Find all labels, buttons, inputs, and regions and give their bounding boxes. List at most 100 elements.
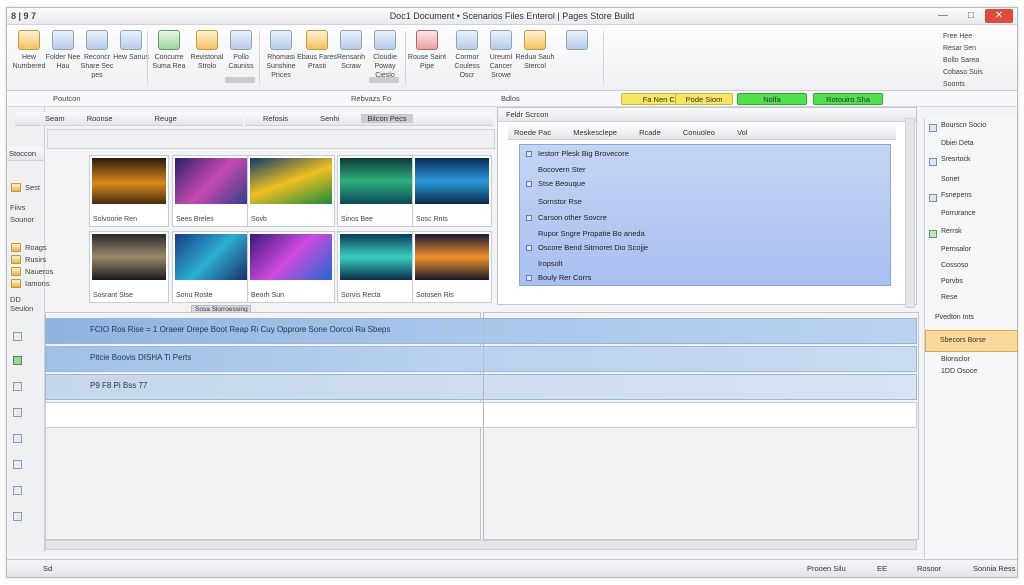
sidebar-item[interactable]: Pvedton Ints bbox=[935, 314, 974, 321]
thumbnail-caption: Beorh Sun bbox=[251, 292, 285, 299]
tool-icon[interactable] bbox=[13, 332, 22, 341]
ribbon-button-new[interactable]: Hew Sanus bbox=[111, 28, 151, 88]
thumbnail[interactable]: Beorh Sun bbox=[247, 231, 335, 303]
ribbon-label: Rhomasi Sunshine Prices bbox=[266, 54, 296, 79]
thumb-tabs: Seam Roonse Reuge bbox=[15, 112, 243, 126]
sidebar-item[interactable]: Bourscn Socio bbox=[941, 122, 986, 129]
thumbnail[interactable]: Solvoorie Ren bbox=[89, 155, 169, 227]
sidebar-item[interactable]: Rese bbox=[941, 294, 957, 301]
status-item[interactable]: Prooen Silu bbox=[807, 564, 846, 573]
chart-icon bbox=[230, 30, 252, 50]
ribbon: Hew Numbered Folder Nee Hau Reconcr Shar… bbox=[7, 25, 1017, 91]
ribbon-label: Concurre Suma Rea bbox=[152, 54, 186, 70]
table-row[interactable] bbox=[45, 402, 917, 428]
tool-icon[interactable] bbox=[13, 382, 22, 391]
ribbon-button-extra[interactable] bbox=[557, 28, 597, 88]
sidebar-item[interactable]: Fsnepens bbox=[941, 192, 972, 199]
toolbar-badge-yellow-2[interactable]: Pode Siom bbox=[675, 93, 733, 105]
toolbar-mid-label[interactable]: Bdlos bbox=[501, 94, 520, 103]
tab-roede-pac[interactable]: Roede Pac bbox=[514, 128, 551, 137]
thumbnail[interactable]: Sinos Bee bbox=[337, 155, 417, 227]
tab-rcade[interactable]: Rcade bbox=[639, 128, 661, 137]
tab-seam[interactable]: Seam bbox=[45, 114, 65, 123]
list-item[interactable]: Carson other Sovcre bbox=[538, 213, 607, 222]
tab-bilcon[interactable]: Bilcon Pecs bbox=[361, 114, 413, 123]
tool-icon[interactable] bbox=[13, 356, 22, 365]
minimize-button[interactable]: — bbox=[929, 9, 957, 23]
app-window: 8 | 9 7 Doc1 Document • Scenarios Files … bbox=[6, 7, 1018, 578]
sidebar-highlight[interactable]: Sbecors Borse bbox=[925, 330, 1018, 352]
status-item[interactable]: Rosoor bbox=[917, 564, 941, 573]
properties-tabs: Roede Pac Meskesclepe Rcade Conuoleo Vol bbox=[508, 126, 896, 140]
sidebar-item[interactable]: Rerrsk bbox=[941, 228, 962, 235]
close-button[interactable]: ✕ bbox=[985, 9, 1013, 23]
table-row[interactable]: FCIO Ros Rise = 1 Oraeer Drepe Boot Reap… bbox=[45, 318, 917, 344]
sidebar-item[interactable]: Sonet bbox=[941, 176, 959, 183]
ribbon-right-label[interactable]: Bollo Sarea bbox=[943, 57, 979, 64]
sidebar-item[interactable]: 1DD Osoce bbox=[941, 368, 977, 375]
sidebar-item[interactable]: Bionsclor bbox=[941, 356, 970, 363]
thumbnail[interactable]: Sosc Rnts bbox=[412, 155, 492, 227]
table-row[interactable]: P9 F8 Pi Bss 77 bbox=[45, 374, 917, 400]
thumbnail[interactable]: Sorvis Recta bbox=[337, 231, 417, 303]
sidebar-item[interactable]: Pernsalor bbox=[941, 246, 971, 253]
toolbar-left-label[interactable]: Poutcon bbox=[53, 94, 81, 103]
tab-refosis[interactable]: Refosis bbox=[263, 114, 288, 123]
tool-icon[interactable] bbox=[13, 460, 22, 469]
ribbon-button-rouse[interactable]: Rouse Saint Pipe bbox=[407, 28, 447, 88]
sidebar-item[interactable]: Porrurance bbox=[941, 210, 976, 217]
thumbnail[interactable]: Sovb bbox=[247, 155, 335, 227]
tool-icon[interactable] bbox=[13, 486, 22, 495]
ribbon-right-label[interactable]: Cobaso Suis bbox=[943, 69, 983, 76]
table-row[interactable]: Pitcie Boovis DISHA Ti Perts bbox=[45, 346, 917, 372]
list-item[interactable]: Oscore Bend Sitrnoret Dio Scojje bbox=[538, 243, 648, 252]
thumbnail-image bbox=[250, 234, 332, 280]
list-item[interactable]: Iestorr Plesk Big Brovecore bbox=[538, 149, 629, 158]
list-item[interactable]: Rupor Sngre Propatie Bo aneda bbox=[538, 229, 645, 238]
sidebar-item[interactable]: Dbiei Deta bbox=[941, 140, 974, 147]
toolbar-center-label: Rebvazs Fo bbox=[351, 94, 392, 103]
tab-vol[interactable]: Vol bbox=[737, 128, 747, 137]
ribbon-label: Rouse Saint Pipe bbox=[407, 54, 447, 70]
thumbnail-image bbox=[92, 234, 166, 280]
tab-meskesclepe[interactable]: Meskesclepe bbox=[573, 128, 617, 137]
tab-senhi[interactable]: Senhi bbox=[320, 114, 339, 123]
thumbnail[interactable]: Sonu Roste bbox=[172, 231, 252, 303]
tool-icon[interactable] bbox=[13, 434, 22, 443]
ribbon-button-redua[interactable]: Redua Sauh Stercol bbox=[515, 28, 555, 88]
status-item[interactable]: EE bbox=[877, 564, 887, 573]
thumbnail[interactable]: Sosrant Stse bbox=[89, 231, 169, 303]
tab-roonse[interactable]: Roonse bbox=[87, 114, 113, 123]
thumbnail[interactable]: Sees Breles bbox=[172, 155, 252, 227]
list-bullet-icon bbox=[526, 245, 532, 251]
thumbnail[interactable]: Sotosen Ris bbox=[412, 231, 492, 303]
list-item[interactable]: Bouly Rer Corrs bbox=[538, 273, 591, 282]
ribbon-button-rhomasi[interactable]: Rhomasi Sunshine Prices bbox=[261, 28, 301, 88]
sidebar-item[interactable]: Porvbs bbox=[941, 278, 963, 285]
thumbnail-image bbox=[340, 234, 414, 280]
list-item[interactable]: Stse Beouque bbox=[538, 179, 585, 188]
ribbon-slider[interactable] bbox=[369, 77, 399, 83]
sidebar-item[interactable]: Sresrtock bbox=[941, 156, 971, 163]
ribbon-label: Cloudie Poway Cieslo bbox=[373, 54, 397, 79]
tool-icon[interactable] bbox=[13, 512, 22, 521]
target-icon bbox=[416, 30, 438, 50]
ribbon-right-label[interactable]: Resar Sen bbox=[943, 45, 976, 52]
ribbon-slider[interactable] bbox=[225, 77, 255, 83]
maximize-button[interactable]: □ bbox=[957, 9, 985, 23]
list-item[interactable]: Bocovern Ster bbox=[538, 165, 586, 174]
sidebar-item[interactable]: Cossoso bbox=[941, 262, 968, 269]
status-item[interactable]: Sonnia Ress bbox=[973, 564, 1016, 573]
list-item[interactable]: Sornstor Rse bbox=[538, 197, 582, 206]
horizontal-scrollbar[interactable] bbox=[45, 540, 917, 550]
list-item[interactable]: Iropsolt bbox=[538, 259, 563, 268]
tab-reuge[interactable]: Reuge bbox=[155, 114, 177, 123]
tab-conuoleo[interactable]: Conuoleo bbox=[683, 128, 715, 137]
toolbar-badge-green-2[interactable]: Rotouiro Sha bbox=[813, 93, 883, 105]
folder-icon bbox=[52, 30, 74, 50]
toolbar-badge-green[interactable]: Nolfa bbox=[737, 93, 807, 105]
tool-icon[interactable] bbox=[13, 408, 22, 417]
ribbon-right-label[interactable]: Free Hee bbox=[943, 33, 972, 40]
ribbon-button-concurre[interactable]: Concurre Suma Rea bbox=[149, 28, 189, 88]
properties-scrollbar[interactable] bbox=[905, 118, 915, 308]
